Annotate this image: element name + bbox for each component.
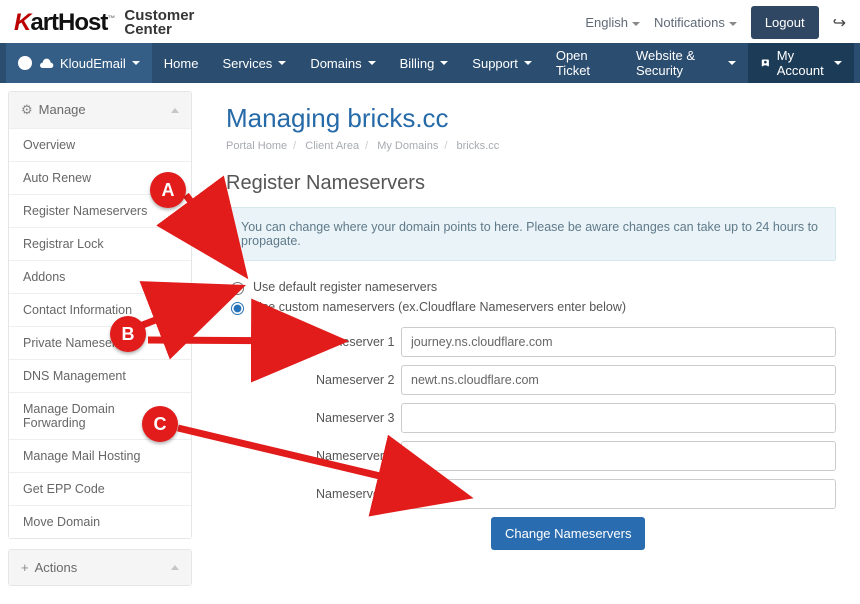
chevron-up-icon	[171, 108, 179, 113]
actions-panel: +Actions	[8, 549, 192, 586]
ns3-input[interactable]	[401, 403, 836, 433]
nav-open-ticket[interactable]: Open Ticket	[544, 43, 624, 83]
ns1-label: Nameserver 1	[226, 335, 401, 349]
manage-panel-header[interactable]: ⚙Manage	[9, 92, 191, 128]
top-bar: KartHost™ CustomerCenter English Notific…	[0, 0, 860, 43]
ns1-input[interactable]	[401, 327, 836, 357]
sidebar-item-addons[interactable]: Addons	[9, 260, 191, 293]
caret-down-icon	[632, 22, 640, 26]
caret-down-icon	[728, 61, 736, 65]
brand-logo: KartHost™	[14, 9, 114, 37]
breadcrumb-link[interactable]: Client Area	[305, 140, 359, 152]
nameserver-form: Nameserver 1 Nameserver 2 Nameserver 3 N…	[226, 327, 836, 550]
sidebar-item-auto-renew[interactable]: Auto Renew	[9, 161, 191, 194]
caret-down-icon	[132, 61, 140, 65]
nav-kloudemail[interactable]: KloudEmail	[6, 43, 152, 83]
user-icon	[760, 56, 771, 70]
caret-down-icon	[278, 61, 286, 65]
breadcrumb: Portal Home/ Client Area/ My Domains/ br…	[226, 140, 836, 152]
sidebar-item-domain-forwarding[interactable]: Manage Domain Forwarding	[9, 392, 191, 439]
page-title: Managing bricks.cc	[226, 103, 836, 134]
radio-default-nameservers[interactable]: Use default register nameservers	[226, 279, 836, 295]
caret-down-icon	[834, 61, 842, 65]
ns5-label: Nameserver 5	[226, 487, 401, 501]
sidebar-item-private-nameservers[interactable]: Private Nameservers	[9, 326, 191, 359]
nav-my-account[interactable]: My Account	[748, 43, 854, 83]
top-right: English Notifications Logout ↪︎	[585, 6, 846, 39]
caret-down-icon	[524, 61, 532, 65]
sidebar-item-overview[interactable]: Overview	[9, 128, 191, 161]
ns5-input[interactable]	[401, 479, 836, 509]
ns2-label: Nameserver 2	[226, 373, 401, 387]
section-heading: Register Nameservers	[226, 172, 836, 195]
nav-domains[interactable]: Domains	[298, 43, 387, 83]
brand: KartHost™ CustomerCenter	[14, 9, 194, 37]
change-nameservers-button[interactable]: Change Nameservers	[491, 517, 645, 550]
sidebar-item-register-nameservers[interactable]: Register Nameservers	[9, 194, 191, 227]
logout-button[interactable]: Logout	[751, 6, 819, 39]
nav-home[interactable]: Home	[152, 43, 211, 83]
ns2-input[interactable]	[401, 365, 836, 395]
actions-panel-header[interactable]: +Actions	[9, 550, 191, 585]
breadcrumb-link[interactable]: Portal Home	[226, 140, 287, 152]
radio-custom-nameservers[interactable]: Use custom nameservers (ex.Cloudflare Na…	[226, 299, 836, 315]
sidebar: ⚙Manage Overview Auto Renew Register Nam…	[0, 83, 200, 604]
main-content: Managing bricks.cc Portal Home/ Client A…	[200, 83, 860, 604]
manage-panel: ⚙Manage Overview Auto Renew Register Nam…	[8, 91, 192, 539]
caret-down-icon	[729, 22, 737, 26]
brand-tagline: CustomerCenter	[124, 9, 194, 37]
plus-icon: +	[21, 560, 29, 575]
radio-default-input[interactable]	[231, 282, 244, 295]
sidebar-item-contact-information[interactable]: Contact Information	[9, 293, 191, 326]
ns4-input[interactable]	[401, 441, 836, 471]
nav-support[interactable]: Support	[460, 43, 544, 83]
nav-services[interactable]: Services	[210, 43, 298, 83]
radio-label: Use custom nameservers (ex.Cloudflare Na…	[253, 300, 626, 314]
ns4-label: Nameserver 4	[226, 449, 401, 463]
ns3-label: Nameserver 3	[226, 411, 401, 425]
exit-icon[interactable]: ↪︎	[833, 13, 846, 33]
cloud-icon	[38, 58, 54, 69]
language-selector[interactable]: English	[585, 15, 640, 30]
sidebar-item-mail-hosting[interactable]: Manage Mail Hosting	[9, 439, 191, 472]
radio-custom-input[interactable]	[231, 302, 244, 315]
nav-billing[interactable]: Billing	[388, 43, 461, 83]
gear-icon: ⚙	[21, 102, 33, 117]
caret-down-icon	[368, 61, 376, 65]
caret-down-icon	[440, 61, 448, 65]
chevron-up-icon	[171, 565, 179, 570]
sidebar-item-registrar-lock[interactable]: Registrar Lock	[9, 227, 191, 260]
sidebar-item-epp-code[interactable]: Get EPP Code	[9, 472, 191, 505]
info-alert: You can change where your domain points …	[226, 207, 836, 261]
sidebar-item-move-domain[interactable]: Move Domain	[9, 505, 191, 538]
nav-website-security[interactable]: Website & Security	[624, 43, 748, 83]
sidebar-item-dns-management[interactable]: DNS Management	[9, 359, 191, 392]
breadcrumb-link[interactable]: My Domains	[377, 140, 438, 152]
breadcrumb-current: bricks.cc	[456, 140, 499, 152]
radio-label: Use default register nameservers	[253, 280, 437, 294]
main-nav: KloudEmail Home Services Domains Billing…	[0, 43, 860, 83]
notifications-menu[interactable]: Notifications	[654, 15, 737, 30]
